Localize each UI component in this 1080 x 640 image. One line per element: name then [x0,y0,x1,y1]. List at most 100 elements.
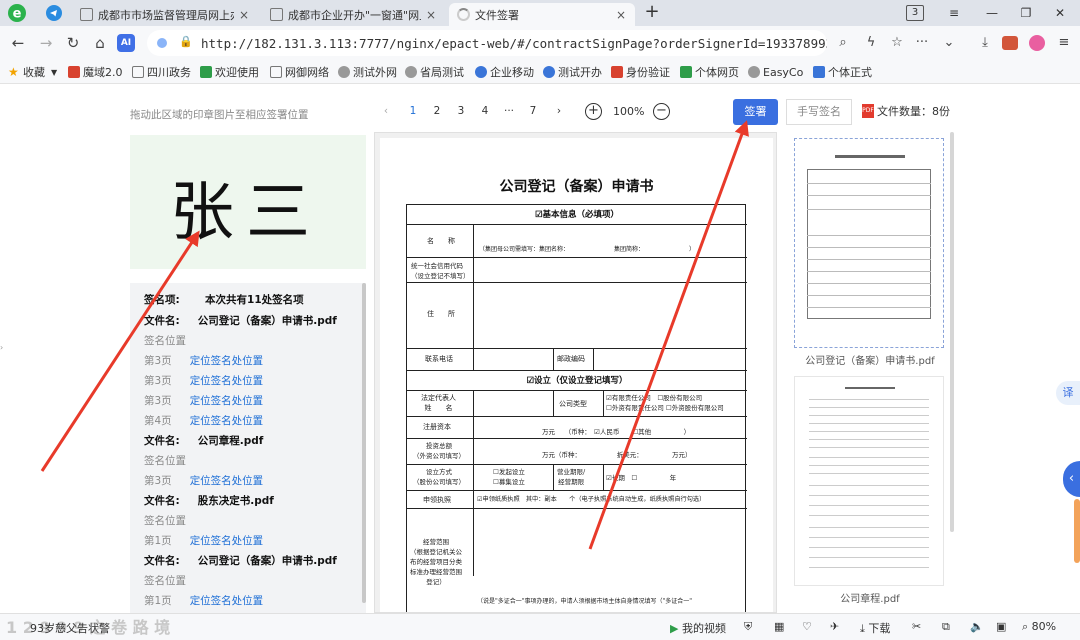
locate-link[interactable]: 定位签名处位置 [190,595,264,607]
company-type-option: ☐外资有限责任公司 ☐外资股份有限公司 [606,404,724,412]
screenshot-icon[interactable]: ✂ [912,620,921,633]
locate-link[interactable]: 定位签名处位置 [190,535,264,547]
search-icon[interactable]: ⌕ [834,34,852,52]
bookmark-item[interactable]: 测试外网 [338,64,397,80]
bookmark-item[interactable]: 网御网络 [270,64,329,80]
bookmark-item[interactable]: 四川政务 [132,64,191,80]
forward-icon[interactable]: → [36,33,56,53]
heart-icon[interactable]: ♡ [802,620,812,633]
locate-link[interactable]: 定位签名处位置 [190,375,264,387]
bookmark-item[interactable]: 企业移动 [475,64,534,80]
grid-icon[interactable]: ▦ [774,620,784,633]
close-icon[interactable]: × [615,8,627,22]
locate-link[interactable]: 定位签名处位置 [190,395,264,407]
bookmark-item[interactable]: EasyCo [748,64,803,80]
zoom-indicator[interactable]: ⌕ 80% [1022,620,1056,634]
page-7-button[interactable]: 7 [525,105,541,117]
not-secure-icon[interactable]: 🔒 [179,35,193,48]
bookmark-favorites[interactable]: ★ 收藏 ▼ [8,64,57,80]
window-close-icon[interactable]: ✕ [1050,3,1070,23]
thumbnail-label[interactable]: 公司章程.pdf [786,590,954,605]
news-ticker[interactable]: 93岁慈父告状警 [30,620,110,636]
tab-file-sign[interactable]: 文件签署 × [449,3,635,26]
zoom-out-button[interactable]: − [653,103,670,120]
chevron-down-icon[interactable]: ⌄ [940,34,958,52]
thumbnail-line [809,547,929,548]
sound-icon[interactable]: 🔈 [970,620,984,633]
prev-page-button[interactable]: ‹ [378,105,394,117]
my-video-button[interactable]: ▶ 我的视频 [670,620,726,636]
reload-icon[interactable]: ↻ [63,33,83,53]
zoom-in-button[interactable]: + [585,103,602,120]
page-ellipsis[interactable]: ··· [501,105,517,117]
page-4-button[interactable]: 4 [477,105,493,117]
sign-button[interactable]: 签署 [733,99,778,125]
scrollbar[interactable] [950,132,954,532]
bookmark-item[interactable]: 魔域2.0 [68,64,123,80]
minimize-icon[interactable]: — [982,3,1002,23]
invest-row: 万元（币种： 折美元： 万元） [542,451,692,459]
tile-icon[interactable]: ▣ [996,620,1006,633]
thumbnail-articles[interactable] [794,376,944,586]
collapse-handle[interactable]: › [0,343,4,353]
chevron-left-icon[interactable]: ‹ [1063,461,1080,497]
ai-icon[interactable]: AI [117,34,135,52]
menu-icon[interactable]: ≡ [944,3,964,23]
tab-market-supervision[interactable]: 成都市市场监督管理局网上办事 × [72,3,258,26]
browser-logo-icon[interactable]: e [6,2,28,24]
security-icon[interactable] [157,38,167,48]
bookmark-item[interactable]: 省局测试 [405,64,464,80]
rocket-icon[interactable]: ✈ [830,620,839,633]
bookmark-item[interactable]: 个体网页 [680,64,739,80]
translate-button[interactable]: 译 [1056,381,1080,405]
download-button[interactable]: ⤓ 下载 [860,620,890,636]
page-3-button[interactable]: 3 [453,105,469,117]
page-number: 第3页 [144,355,172,367]
bookmark-item[interactable]: 测试开办 [543,64,602,80]
sign-page: 拖动此区域的印章图片至相应签署位置 张三 签名项: 本次共有11处签名项 文件名… [0,85,1080,613]
bookmark-icon [68,66,80,78]
close-icon[interactable]: × [425,8,437,22]
next-page-button[interactable]: › [551,105,567,117]
more-icon[interactable]: ··· [913,34,931,52]
url-text[interactable]: http://182.131.3.113:7777/nginx/epact-we… [201,36,827,51]
locate-link[interactable]: 定位签名处位置 [190,415,264,427]
lightning-icon[interactable]: ϟ [862,34,880,52]
bookmark-item[interactable]: 身份验证 [611,64,670,80]
thumbnail-line [807,283,931,284]
thumbnail-application[interactable] [794,138,944,348]
signature-image[interactable]: 张三 [130,135,366,269]
row-divider [407,224,747,225]
locate-link[interactable]: 定位签名处位置 [190,355,264,367]
restore-icon[interactable]: ❐ [1016,3,1036,23]
copy-icon[interactable]: ⧉ [942,620,950,634]
star-icon[interactable]: ☆ [888,34,906,52]
file-label: 文件名: [144,315,180,327]
close-icon[interactable]: × [238,8,250,22]
globe-icon [338,66,350,78]
page-1-button[interactable]: 1 [405,105,421,117]
extension-icon[interactable] [1029,35,1045,51]
shield-icon[interactable]: ⛨ [744,620,752,634]
thumbnail-line [809,537,929,538]
telegram-icon[interactable] [46,5,62,21]
browser-menu-icon[interactable]: ≡ [1055,34,1073,52]
bookmark-item[interactable]: 欢迎使用 [200,64,259,80]
new-tab-button[interactable]: + [641,2,663,24]
tab-counter[interactable]: 3 [906,5,924,21]
back-icon[interactable]: ← [8,33,28,53]
page-2-button[interactable]: 2 [429,105,445,117]
home-icon[interactable]: ⌂ [90,33,110,53]
side-tab[interactable] [1074,499,1080,563]
briefcase-icon[interactable] [1002,36,1018,50]
bookmark-item[interactable]: 个体正式 [813,64,872,80]
handwrite-sign-button[interactable]: 手写签名 [786,99,852,125]
document-viewer[interactable]: 公司登记（备案）申请书 ☑基本信息（必填项） 名 称 （集团母公司需填写：集团名… [374,132,777,613]
scrollbar[interactable] [362,283,366,603]
locate-link[interactable]: 定位签名处位置 [190,475,264,487]
url-field[interactable]: 🔒 http://182.131.3.113:7777/nginx/epact-… [147,30,827,56]
thumbnail-label[interactable]: 公司登记（备案）申请书.pdf [786,352,954,367]
download-status-icon[interactable]: ⤓ [976,34,994,52]
tab-enterprise-setup[interactable]: 成都市企业开办"一窗通"网上服务 × [262,3,445,26]
globe-icon [405,66,417,78]
